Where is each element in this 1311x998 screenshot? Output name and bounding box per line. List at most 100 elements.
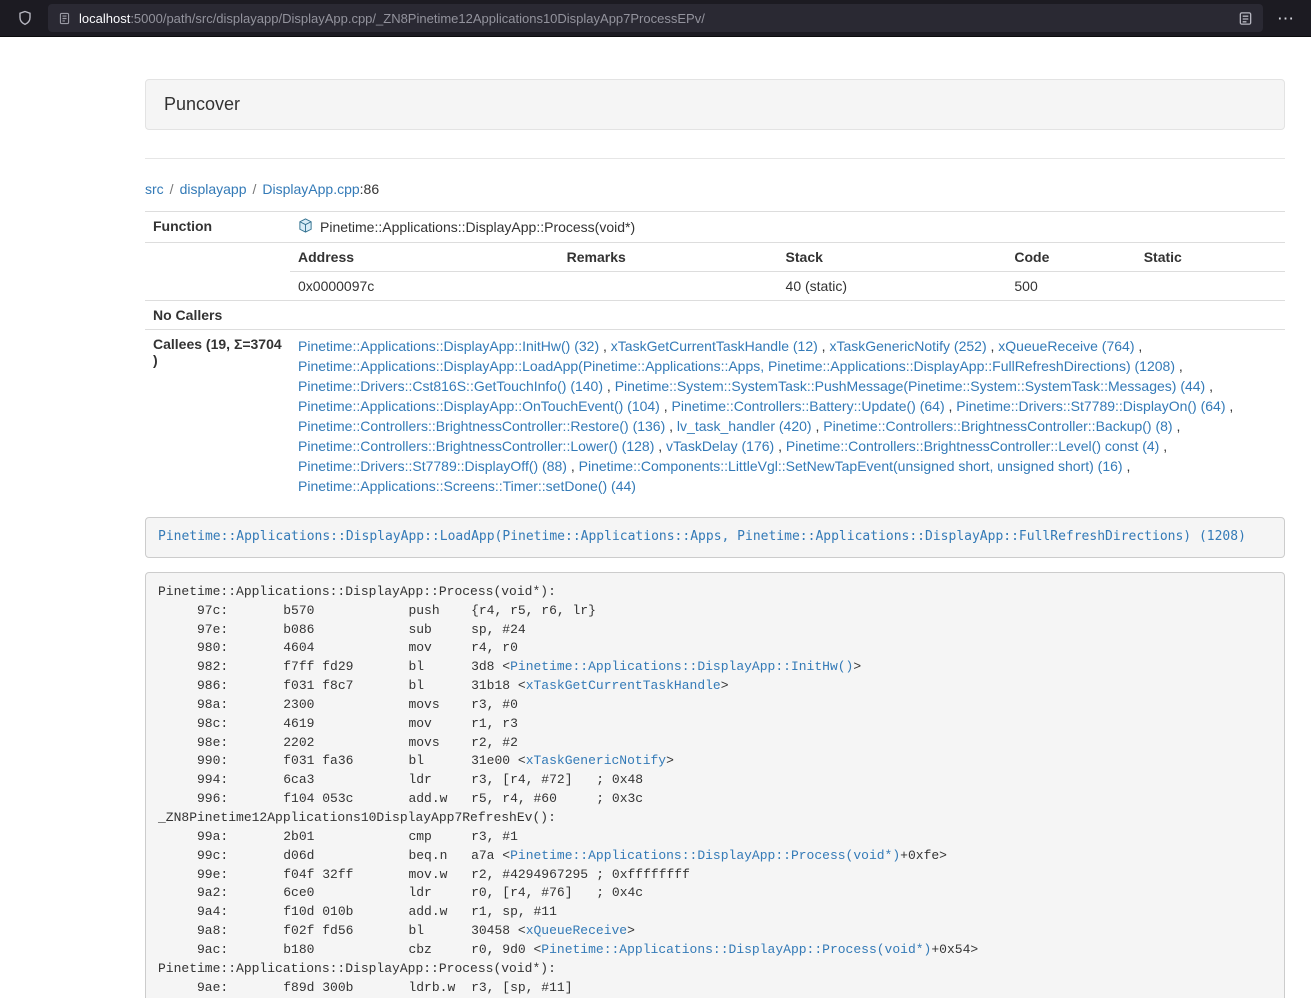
callee-separator: ,	[567, 458, 579, 474]
callee-link[interactable]: xTaskGetCurrentTaskHandle (12)	[611, 338, 818, 354]
asm-text: 99e: f04f 32ff mov.w r2, #4294967295 ; 0…	[158, 867, 690, 882]
callee-link[interactable]: xTaskGenericNotify (252)	[829, 338, 986, 354]
function-detail-row: Address Remarks Stack Code Static 0x0000…	[145, 243, 1285, 301]
callee-separator: ,	[654, 438, 666, 454]
asm-text: +0x54>	[931, 942, 978, 957]
callee-link[interactable]: Pinetime::System::SystemTask::PushMessag…	[615, 378, 1206, 394]
asm-text: >	[853, 659, 861, 674]
browser-toolbar: localhost:5000/path/src/displayapp/Displ…	[0, 0, 1311, 37]
callee-separator: ,	[1173, 418, 1181, 434]
function-cube-icon	[298, 218, 313, 236]
function-detail-cell: Address Remarks Stack Code Static 0x0000…	[290, 243, 1285, 301]
callee-separator: ,	[1175, 358, 1183, 374]
disassembly: Pinetime::Applications::DisplayApp::Proc…	[145, 572, 1285, 998]
page-icon	[58, 12, 71, 25]
callee-link[interactable]: xQueueReceive (764)	[998, 338, 1134, 354]
menu-icon[interactable]: ⋯	[1271, 4, 1301, 32]
callee-link[interactable]: Pinetime::Controllers::Battery::Update()…	[672, 398, 945, 414]
asm-symbol-link[interactable]: xQueueReceive	[526, 923, 627, 938]
callee-link[interactable]: Pinetime::Controllers::BrightnessControl…	[298, 438, 654, 454]
asm-text: Pinetime::Applications::DisplayApp::Proc…	[158, 584, 556, 599]
callees-list: Pinetime::Applications::DisplayApp::Init…	[298, 338, 1233, 494]
shield-icon[interactable]	[10, 4, 40, 32]
callee-link[interactable]: Pinetime::Applications::DisplayApp::Load…	[298, 358, 1175, 374]
url-bar[interactable]: localhost:5000/path/src/displayapp/Displ…	[48, 4, 1263, 32]
asm-text: >	[627, 923, 635, 938]
callee-separator: ,	[818, 338, 830, 354]
page-title-panel: Puncover	[145, 79, 1285, 130]
function-signature: Pinetime::Applications::DisplayApp::Proc…	[320, 219, 635, 235]
function-detail-table: Address Remarks Stack Code Static 0x0000…	[290, 243, 1285, 300]
callee-separator: ,	[1159, 438, 1167, 454]
asm-text: 9ac: b180 cbz r0, 9d0 <	[158, 942, 541, 957]
callee-link[interactable]: lv_task_handler (420)	[677, 418, 812, 434]
asm-symbol-link[interactable]: Pinetime::Applications::DisplayApp::Init…	[510, 659, 853, 674]
breadcrumb-line-number: :86	[360, 181, 379, 197]
static-value	[1136, 272, 1285, 301]
asm-text: 996: f104 053c add.w r5, r4, #60 ; 0x3c	[158, 791, 643, 806]
callee-separator: ,	[774, 438, 786, 454]
asm-text: >	[666, 753, 674, 768]
code-value: 500	[1006, 272, 1135, 301]
breadcrumb-link-src[interactable]: src	[145, 181, 164, 197]
disassembly-code: Pinetime::Applications::DisplayApp::Proc…	[158, 584, 978, 998]
callee-separator: ,	[1205, 378, 1213, 394]
asm-text: 97e: b086 sub sp, #24	[158, 622, 526, 637]
callee-link[interactable]: Pinetime::Applications::DisplayApp::Init…	[298, 338, 599, 354]
asm-symbol-link[interactable]: xTaskGetCurrentTaskHandle	[526, 678, 721, 693]
asm-text: 9a8: f02f fd56 bl 30458 <	[158, 923, 526, 938]
no-callers-cell	[290, 301, 1285, 330]
callee-separator: ,	[599, 338, 611, 354]
page-title: Puncover	[164, 94, 240, 114]
column-header-static: Static	[1136, 243, 1285, 272]
callee-link[interactable]: Pinetime::Drivers::St7789::DisplayOn() (…	[956, 398, 1225, 414]
callee-link[interactable]: Pinetime::Controllers::BrightnessControl…	[786, 438, 1159, 454]
callee-link[interactable]: Pinetime::Components::LittleVgl::SetNewT…	[579, 458, 1123, 474]
callee-separator: ,	[812, 418, 824, 434]
callee-separator: ,	[987, 338, 999, 354]
remarks-value	[559, 272, 778, 301]
callee-link[interactable]: Pinetime::Drivers::St7789::DisplayOff() …	[298, 458, 567, 474]
asm-symbol-link[interactable]: Pinetime::Applications::DisplayApp::Proc…	[541, 942, 931, 957]
no-callers-label: No Callers	[145, 301, 290, 330]
breadcrumb-separator: /	[247, 181, 263, 197]
column-header-stack: Stack	[778, 243, 1007, 272]
asm-symbol-link[interactable]: xTaskGenericNotify	[526, 753, 666, 768]
column-header-remarks: Remarks	[559, 243, 778, 272]
function-row: Function Pinetime::Applications::Display…	[145, 212, 1285, 243]
reader-view-icon[interactable]	[1238, 11, 1253, 26]
breadcrumb: src/displayapp/DisplayApp.cpp:86	[145, 181, 1285, 197]
callee-link[interactable]: Pinetime::Controllers::BrightnessControl…	[298, 418, 665, 434]
callees-label: Callees (19, Σ=3704 )	[145, 330, 290, 503]
detail-header-row: Address Remarks Stack Code Static	[290, 243, 1285, 272]
highlighted-symbol: Pinetime::Applications::DisplayApp::Load…	[145, 517, 1285, 558]
breadcrumb-link-displayapp[interactable]: displayapp	[180, 181, 247, 197]
callee-separator: ,	[665, 418, 677, 434]
callee-link[interactable]: vTaskDelay (176)	[666, 438, 774, 454]
divider	[145, 158, 1285, 159]
asm-text: 980: 4604 mov r4, r0	[158, 640, 518, 655]
asm-symbol-link[interactable]: Pinetime::Applications::DisplayApp::Proc…	[510, 848, 900, 863]
breadcrumb-separator: /	[164, 181, 180, 197]
highlighted-symbol-link[interactable]: Pinetime::Applications::DisplayApp::Load…	[158, 529, 1246, 544]
breadcrumb-link-file[interactable]: DisplayApp.cpp	[262, 181, 359, 197]
callee-separator: ,	[1134, 338, 1142, 354]
callee-link[interactable]: Pinetime::Applications::DisplayApp::OnTo…	[298, 398, 660, 414]
asm-text: +0xfe>	[900, 848, 947, 863]
asm-text: 98c: 4619 mov r1, r3	[158, 716, 518, 731]
url-domain: localhost	[79, 11, 130, 26]
empty-label-cell	[145, 243, 290, 301]
callee-link[interactable]: Pinetime::Drivers::Cst816S::GetTouchInfo…	[298, 378, 603, 394]
callee-separator: ,	[1123, 458, 1131, 474]
callee-link[interactable]: Pinetime::Applications::Screens::Timer::…	[298, 478, 636, 494]
asm-text: 99c: d06d beq.n a7a <	[158, 848, 510, 863]
page-content: Puncover src/displayapp/DisplayApp.cpp:8…	[130, 79, 1300, 998]
asm-text: Pinetime::Applications::DisplayApp::Proc…	[158, 961, 556, 976]
column-header-code: Code	[1006, 243, 1135, 272]
asm-text: 98a: 2300 movs r3, #0	[158, 697, 518, 712]
callees-row: Callees (19, Σ=3704 ) Pinetime::Applicat…	[145, 330, 1285, 503]
callee-link[interactable]: Pinetime::Controllers::BrightnessControl…	[823, 418, 1172, 434]
asm-text: 99a: 2b01 cmp r3, #1	[158, 829, 518, 844]
asm-text: 9a4: f10d 010b add.w r1, sp, #11	[158, 904, 557, 919]
function-summary-table: Function Pinetime::Applications::Display…	[145, 211, 1285, 502]
